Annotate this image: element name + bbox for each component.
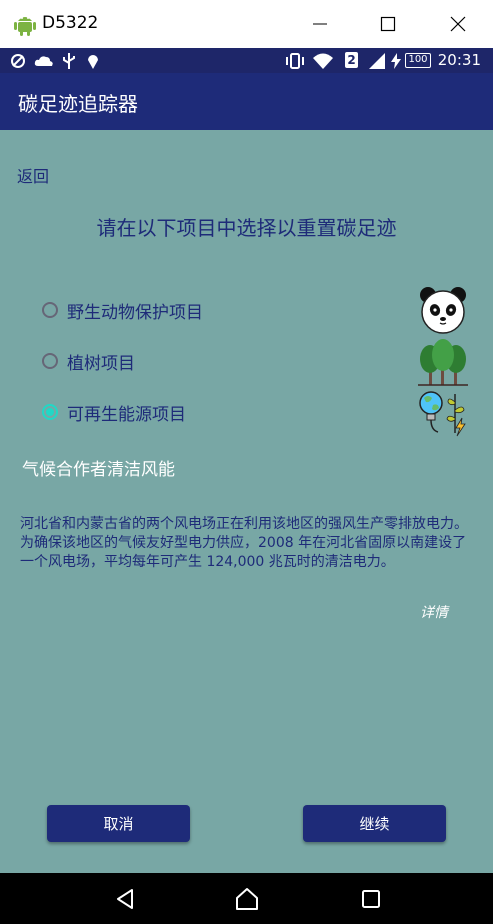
- usb-icon: [63, 53, 75, 69]
- option-renewable[interactable]: 可再生能源项目: [42, 394, 186, 430]
- charging-icon: [391, 53, 401, 69]
- sync-disabled-icon: [11, 54, 25, 68]
- recents-nav-icon[interactable]: [361, 889, 381, 909]
- project-description: 河北省和内蒙古省的两个风电场正在利用该地区的强风生产零排放电力。 为确保该地区的…: [20, 516, 468, 570]
- details-link[interactable]: 详情: [420, 602, 448, 622]
- back-nav-icon[interactable]: [114, 888, 136, 910]
- option-label: 可再生能源项目: [67, 404, 186, 425]
- option-label: 野生动物保护项目: [67, 302, 203, 323]
- signal-icon: [369, 53, 385, 69]
- android-icon: [14, 17, 36, 36]
- app-bar: 碳足迹追踪器: [0, 73, 493, 130]
- trees-icon: [418, 339, 468, 386]
- app-title: 碳足迹追踪器: [18, 92, 138, 116]
- location-icon: [88, 55, 98, 69]
- radio-renewable[interactable]: [42, 404, 58, 420]
- cloud-icon: [34, 56, 53, 66]
- continue-button[interactable]: 继续: [303, 805, 446, 842]
- option-trees[interactable]: 植树项目: [42, 343, 135, 379]
- page-prompt: 请在以下项目中选择以重置碳足迹: [96, 216, 397, 240]
- window-title: D5322: [42, 13, 99, 33]
- status-bar: 2 100 20:31: [0, 48, 493, 73]
- maximize-icon: [380, 16, 396, 32]
- sim-badge: 2: [345, 52, 358, 68]
- option-wildlife[interactable]: 野生动物保护项目: [42, 292, 203, 328]
- battery-indicator: 100: [405, 53, 431, 68]
- project-title: 气候合作者清洁风能: [22, 460, 175, 480]
- minimize-icon: [313, 23, 327, 25]
- cancel-button[interactable]: 取消: [47, 805, 190, 842]
- minimize-button[interactable]: [288, 0, 352, 48]
- window-title-bar: D5322: [0, 0, 493, 48]
- maximize-button[interactable]: [356, 0, 420, 48]
- vibrate-icon: [286, 53, 304, 69]
- back-button[interactable]: 返回: [17, 163, 49, 187]
- wifi-icon: [313, 53, 333, 69]
- close-button[interactable]: [426, 0, 490, 48]
- panda-icon: [420, 287, 466, 334]
- close-icon: [450, 16, 466, 32]
- radio-trees[interactable]: [42, 353, 58, 369]
- radio-wildlife[interactable]: [42, 302, 58, 318]
- main-content: 返回 请在以下项目中选择以重置碳足迹 野生动物保护项目 植树项目 可再生能源项目: [0, 130, 493, 873]
- navigation-bar: [0, 873, 493, 924]
- option-label: 植树项目: [67, 353, 135, 374]
- home-nav-icon[interactable]: [235, 887, 259, 911]
- status-time: 20:31: [437, 51, 481, 69]
- renewable-energy-icon: [419, 391, 466, 437]
